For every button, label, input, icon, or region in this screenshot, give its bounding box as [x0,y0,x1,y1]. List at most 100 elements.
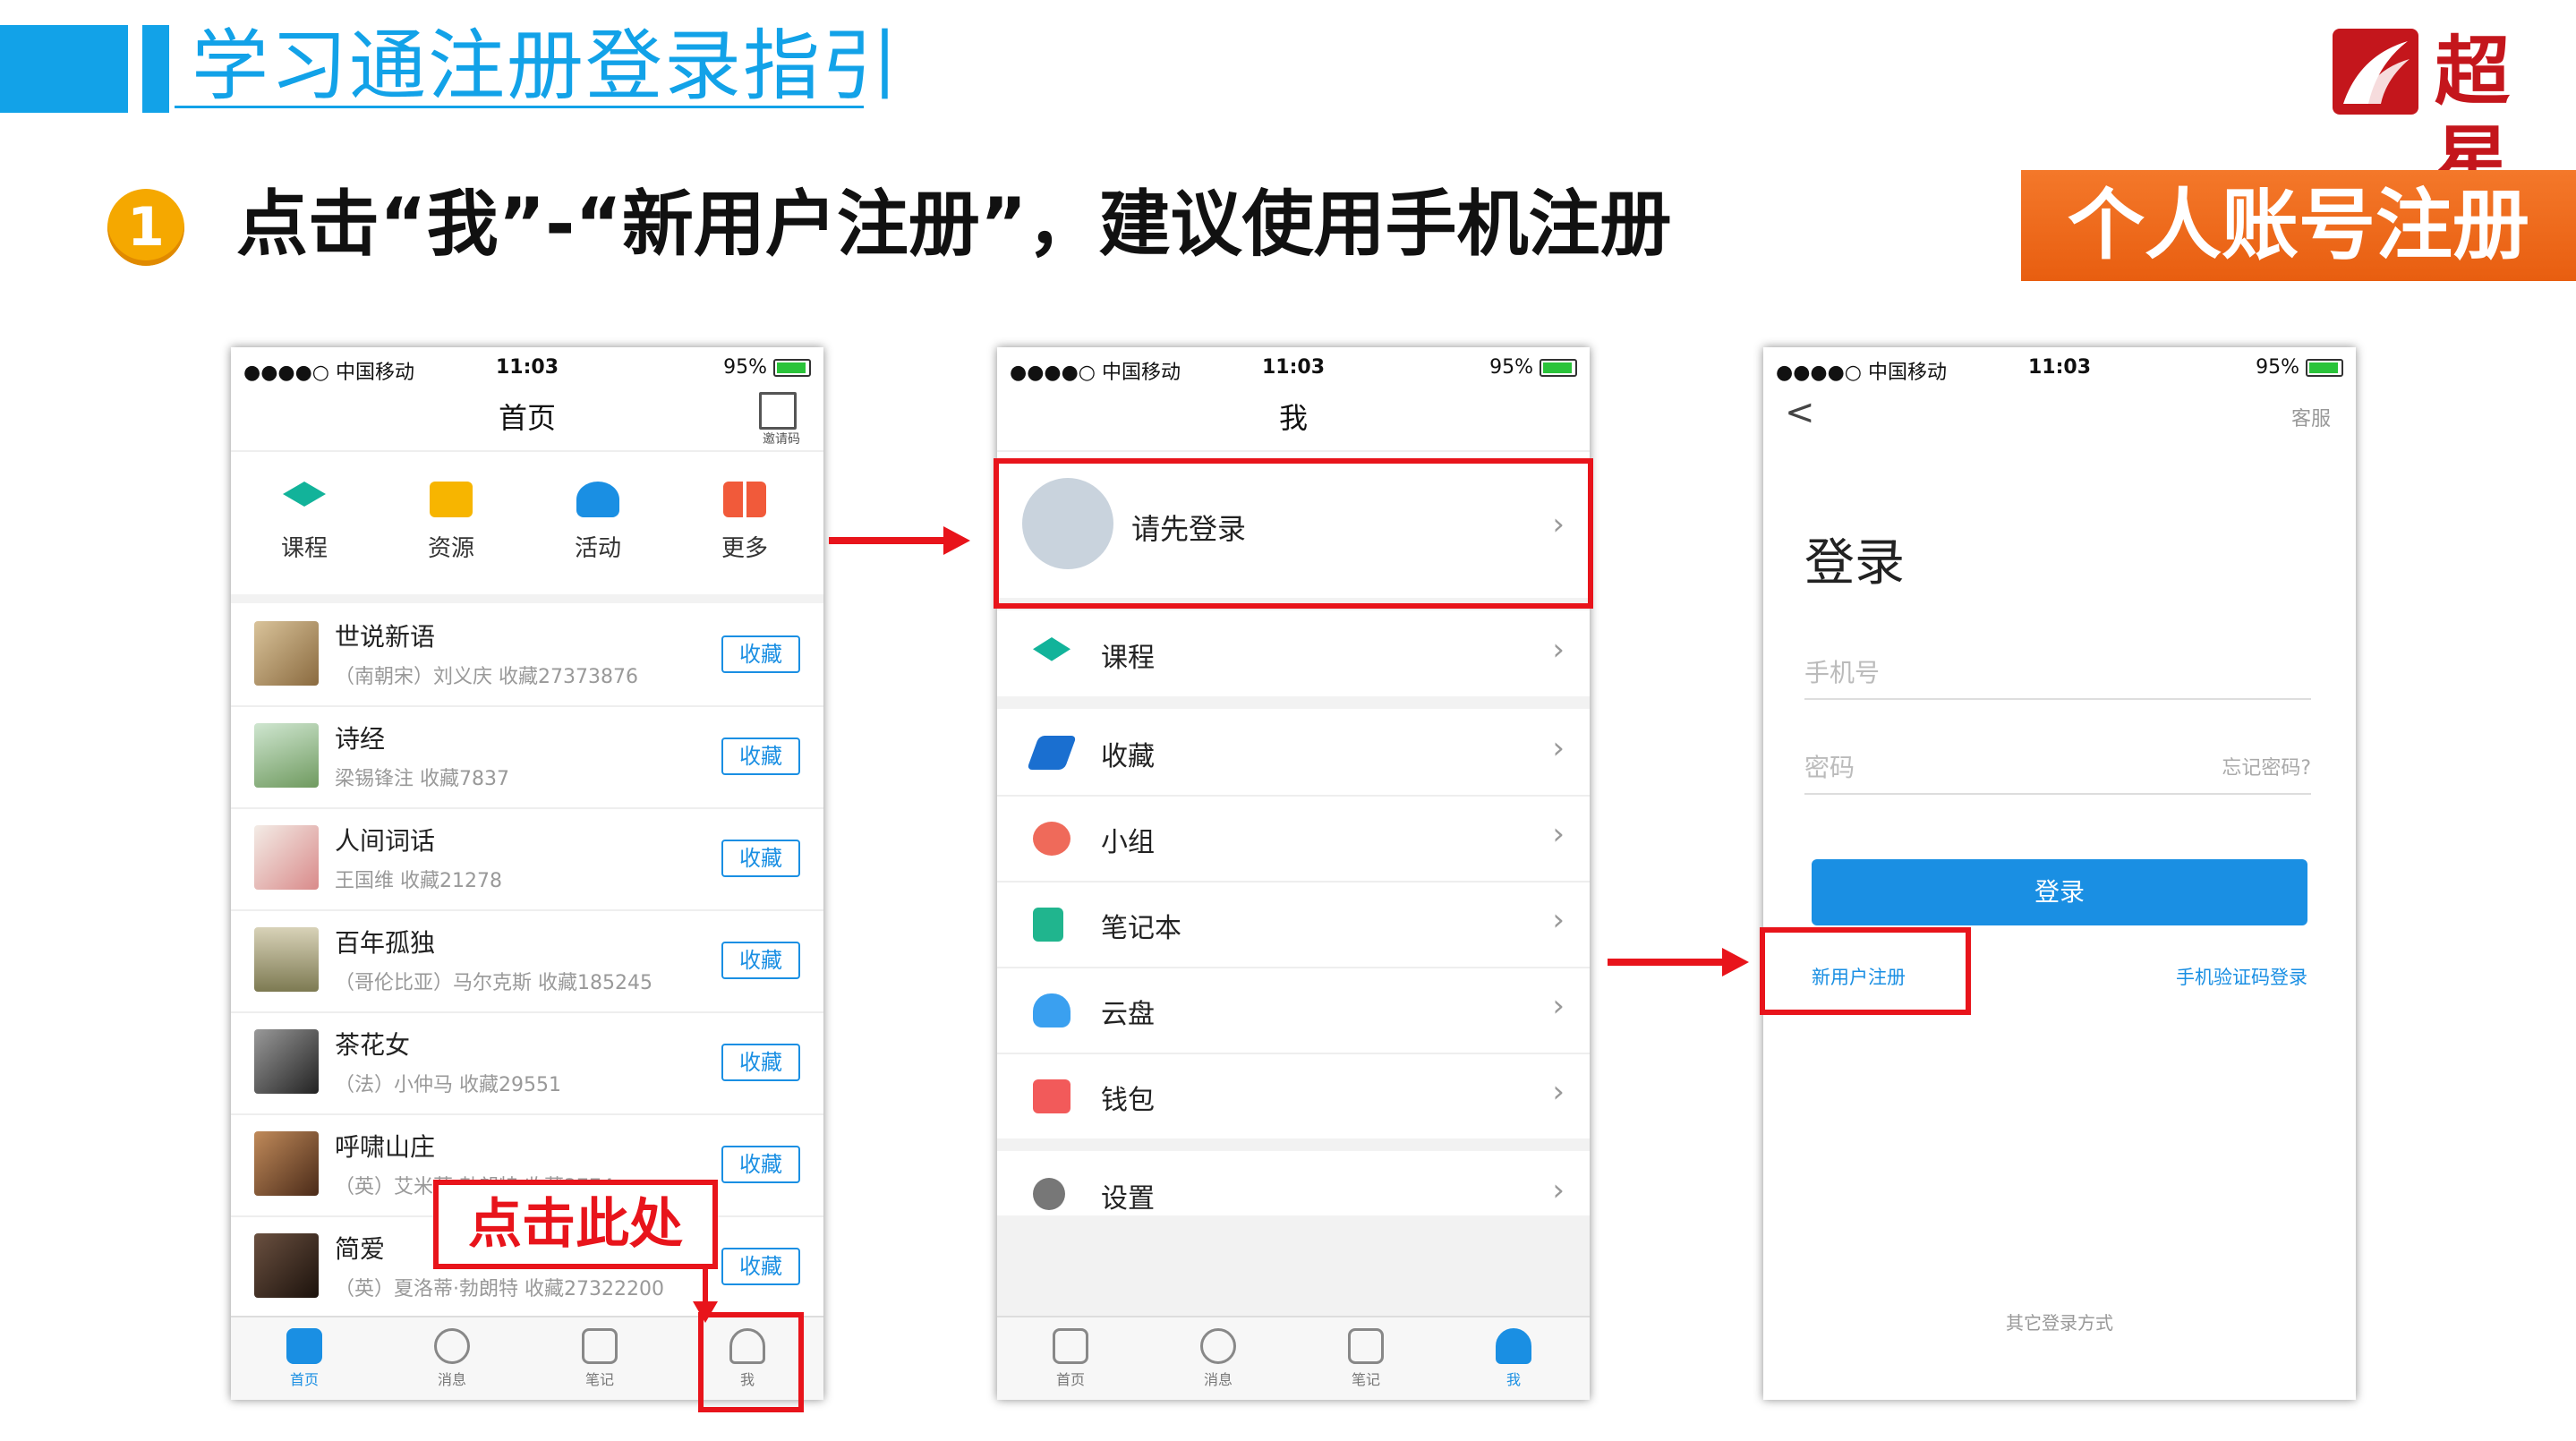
favorite-button[interactable]: 收藏 [721,738,800,775]
menu-label: 设置 [1101,1183,1155,1215]
menu-item-cloud[interactable]: 云盘 › [997,967,1590,1054]
arrow-line [829,537,945,544]
tab-label: 我 [1506,1371,1521,1388]
tab-home[interactable]: 首页 [1026,1328,1115,1389]
folder-icon [430,482,473,517]
menu-item-course[interactable]: 课程 › [997,610,1590,698]
other-login-methods[interactable]: 其它登录方式 [1763,1309,2356,1334]
bookmark-icon [1027,736,1077,770]
gear-icon [1033,1178,1065,1210]
highlight-register-link [1760,927,1971,1015]
book-title: 百年孤独 [335,928,436,958]
login-button[interactable]: 登录 [1812,859,2307,925]
forgot-password-link[interactable]: 忘记密码? [2222,752,2311,780]
tab-bar: 首页 消息 笔记 我 [997,1316,1590,1400]
book-meta: （法）小仲马 收藏29551 [335,1074,561,1096]
menu-item-group[interactable]: 小组 › [997,795,1590,883]
menu-label: 笔记本 [1101,913,1181,944]
step-instruction: 点击“我”-“新用户注册”，建议使用手机注册 [236,183,1672,266]
password-field[interactable]: 密码 忘记密码? [1804,730,2311,795]
favorite-button[interactable]: 收藏 [721,1146,800,1183]
book-title: 呼啸山庄 [335,1132,436,1162]
book-item[interactable]: 诗经 梁锡锋注 收藏7837 收藏 [231,705,823,809]
highlight-login-prompt [994,458,1593,609]
tab-notes[interactable]: 笔记 [1321,1328,1411,1389]
empty-area [997,1215,1590,1323]
battery: 95% [723,356,811,379]
battery-percent: 95% [723,356,767,379]
tab-label: 笔记 [584,1371,614,1388]
book-meta: 王国维 收藏21278 [335,870,502,892]
category-label: 更多 [721,535,768,562]
battery: 95% [2256,356,2343,379]
edit-note-icon [1348,1328,1384,1364]
category-label: 资源 [427,535,474,562]
book-title: 简爱 [335,1234,386,1264]
status-bar: ●●●●○ 中国移动 11:03 95% [997,347,1590,385]
tab-home[interactable]: 首页 [260,1328,349,1389]
book-item[interactable]: 茶花女 （法）小仲马 收藏29551 收藏 [231,1011,823,1115]
personal-account-badge: 个人账号注册 [2021,170,2576,281]
book-cover [254,1233,319,1298]
home-icon [286,1328,322,1364]
qr-label: 邀请码 [763,432,800,447]
people-icon [576,482,619,517]
nav-title: 我 [1278,401,1308,435]
login-heading: 登录 [1804,534,1905,593]
battery-icon [773,359,811,377]
battery-percent: 95% [2256,356,2299,379]
chat-bubble-icon [434,1328,470,1364]
phone-login-screen: ●●●●○ 中国移动 11:03 95% < 客服 登录 手机号 密码 忘记密码… [1763,347,2356,1400]
book-meta: （哥伦比亚）马尔克斯 收藏185245 [335,972,653,994]
click-here-callout: 点击此处 [433,1180,718,1269]
divider [231,450,823,452]
menu-label: 课程 [1101,643,1155,674]
category-activity[interactable]: 活动 [544,482,652,563]
chaoxing-logo-icon [2333,29,2418,115]
book-item[interactable]: 人间词话 王国维 收藏21278 收藏 [231,807,823,911]
menu-item-favorites[interactable]: 收藏 › [997,709,1590,797]
chevron-right-icon: › [1552,816,1565,852]
book-meta: 梁锡锋注 收藏7837 [335,768,509,790]
phone-number-field[interactable]: 手机号 [1804,635,2311,700]
battery-icon [1540,359,1577,377]
menu-item-wallet[interactable]: 钱包 › [997,1053,1590,1140]
book-title: 茶花女 [335,1030,411,1060]
arrow-line [1608,959,1724,966]
edit-note-icon [582,1328,618,1364]
page-title: 学习通注册登录指引 [192,21,900,111]
chevron-right-icon: › [1552,730,1565,766]
favorite-button[interactable]: 收藏 [721,942,800,979]
scan-qr-icon[interactable] [759,392,797,430]
book-item[interactable]: 世说新语 （南朝宋）刘义庆 收藏27373876 收藏 [231,603,823,707]
favorite-button[interactable]: 收藏 [721,1248,800,1285]
menu-label: 钱包 [1101,1085,1155,1116]
section-gap [997,696,1590,709]
tab-notes[interactable]: 笔记 [555,1328,644,1389]
tab-me[interactable]: 我 [1469,1328,1558,1389]
category-course[interactable]: 课程 [251,482,358,563]
tab-messages[interactable]: 消息 [407,1328,497,1389]
battery: 95% [1489,356,1577,379]
password-placeholder: 密码 [1804,753,1855,782]
customer-service-link[interactable]: 客服 [2291,403,2331,431]
sms-login-link[interactable]: 手机验证码登录 [2176,963,2307,990]
menu-label: 小组 [1101,827,1155,858]
chevron-right-icon: › [1552,632,1565,668]
category-more[interactable]: 更多 [691,482,798,563]
chevron-right-icon: › [1552,988,1565,1024]
menu-item-notebook[interactable]: 笔记本 › [997,881,1590,968]
tab-label: 首页 [289,1371,319,1388]
back-icon[interactable]: < [1785,392,1815,433]
home-icon [1053,1328,1088,1364]
favorite-button[interactable]: 收藏 [721,840,800,877]
favorite-button[interactable]: 收藏 [721,635,800,673]
category-resource[interactable]: 资源 [397,482,505,563]
graduation-cap-icon [283,482,326,507]
book-item[interactable]: 百年孤独 （哥伦比亚）马尔克斯 收藏185245 收藏 [231,909,823,1013]
favorite-button[interactable]: 收藏 [721,1044,800,1081]
nav-title: 首页 [498,401,556,435]
header-accent-bar [0,25,128,113]
tab-messages[interactable]: 消息 [1173,1328,1263,1389]
book-title: 世说新语 [335,622,436,652]
